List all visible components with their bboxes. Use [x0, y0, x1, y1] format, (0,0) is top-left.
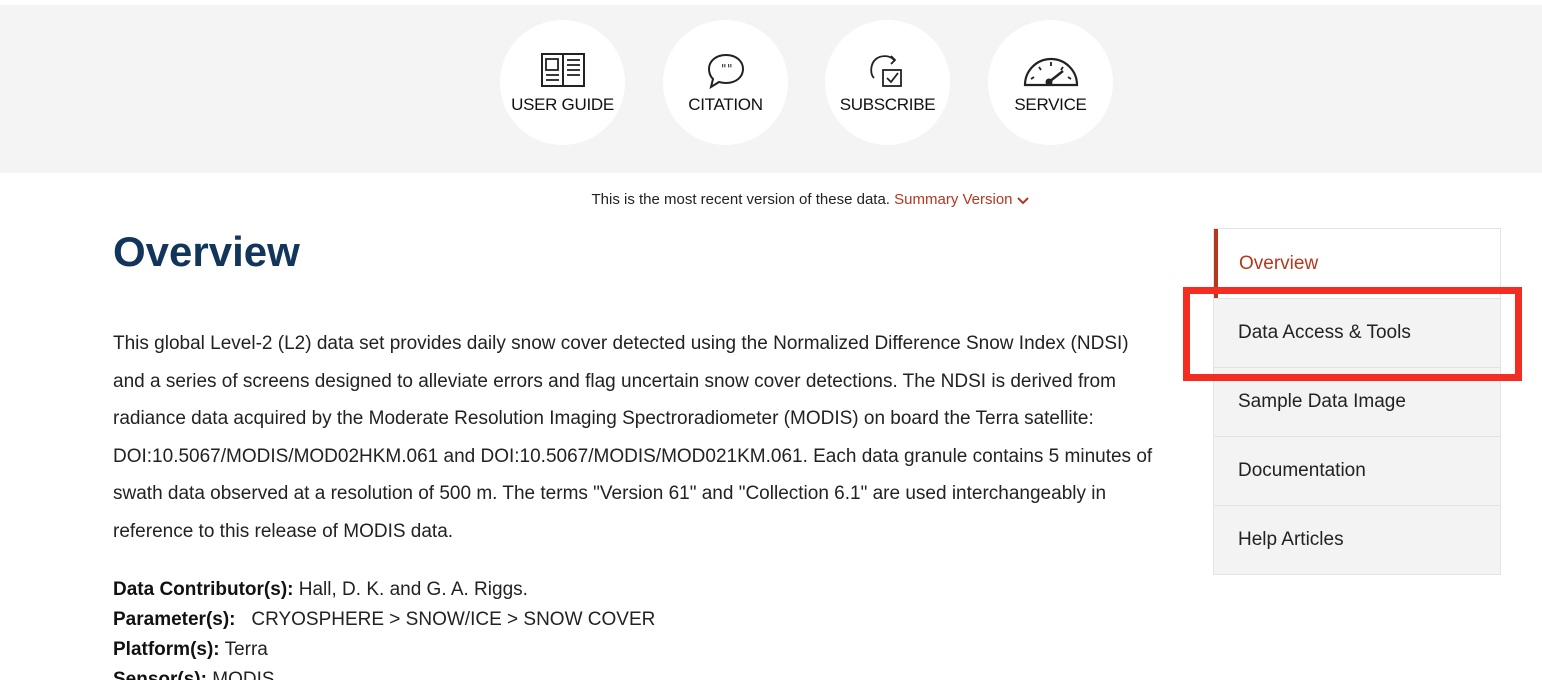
service-button[interactable]: SERVICE: [988, 20, 1113, 145]
tools-band: USER GUIDE " " CITATION SUBSCRIBE SERVIC…: [0, 5, 1542, 173]
citation-icon: " ": [696, 51, 756, 91]
platforms-row: Platform(s): Terra: [113, 635, 655, 665]
side-nav-item-data-access-tools[interactable]: Data Access & Tools: [1214, 298, 1500, 367]
abstract-paragraph: This global Level-2 (L2) data set provid…: [113, 333, 1153, 542]
svg-text:": ": [721, 62, 727, 76]
platforms-label: Platform(s):: [113, 639, 220, 660]
sensors-value: MODIS: [212, 669, 275, 680]
side-nav-item-overview[interactable]: Overview: [1214, 229, 1500, 298]
user-guide-label: USER GUIDE: [511, 94, 614, 114]
subscribe-icon: [858, 51, 918, 91]
metadata-list: Data Contributor(s): Hall, D. K. and G. …: [113, 575, 655, 680]
parameters-value: CRYOSPHERE > SNOW/ICE > SNOW COVER: [251, 609, 656, 630]
platforms-value: Terra: [224, 639, 268, 660]
page: USER GUIDE " " CITATION SUBSCRIBE SERVIC…: [0, 0, 1542, 680]
svg-text:": ": [727, 62, 733, 76]
chevron-down-icon[interactable]: [1016, 192, 1029, 209]
parameters-row: Parameter(s): CRYOSPHERE > SNOW/ICE > SN…: [113, 605, 655, 635]
sensors-label: Sensor(s):: [113, 669, 207, 680]
user-guide-button[interactable]: USER GUIDE: [500, 20, 625, 145]
user-guide-icon: [533, 51, 593, 91]
page-title: Overview: [113, 228, 300, 275]
subscribe-button[interactable]: SUBSCRIBE: [825, 20, 950, 145]
citation-label: CITATION: [688, 94, 763, 114]
subscribe-label: SUBSCRIBE: [839, 94, 936, 114]
version-notice: This is the most recent version of these…: [0, 191, 1542, 209]
contributors-value: Hall, D. K. and G. A. Riggs.: [298, 579, 528, 600]
contributors-row: Data Contributor(s): Hall, D. K. and G. …: [113, 575, 655, 605]
side-nav: Overview Data Access & Tools Sample Data…: [1213, 228, 1501, 575]
summary-version-link[interactable]: Summary Version: [894, 191, 1012, 208]
contributors-label: Data Contributor(s):: [113, 579, 294, 600]
side-nav-item-help-articles[interactable]: Help Articles: [1214, 505, 1500, 574]
parameters-label: Parameter(s):: [113, 609, 236, 630]
version-text: This is the most recent version of these…: [591, 191, 890, 208]
service-icon: [1021, 51, 1081, 91]
sensors-row: Sensor(s): MODIS: [113, 665, 655, 680]
side-nav-item-sample-data-image[interactable]: Sample Data Image: [1214, 367, 1500, 436]
side-nav-item-documentation[interactable]: Documentation: [1214, 436, 1500, 505]
citation-button[interactable]: " " CITATION: [663, 20, 788, 145]
service-label: SERVICE: [1014, 94, 1087, 114]
